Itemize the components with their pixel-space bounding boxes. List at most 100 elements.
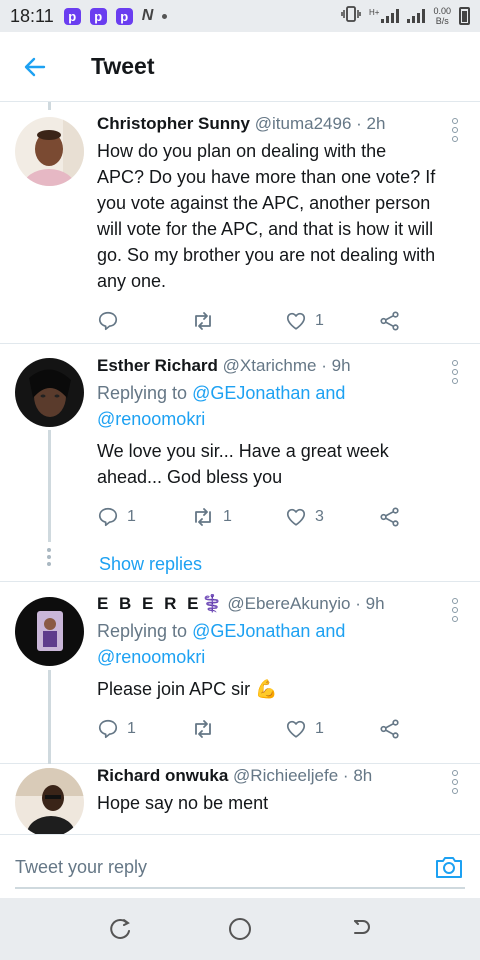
more-options-button[interactable] [450, 360, 460, 384]
like-count: 1 [315, 312, 324, 329]
p-app-icon: p [63, 7, 81, 25]
author-name[interactable]: Esther Richard [97, 356, 218, 375]
system-nav-bar [0, 898, 480, 960]
author-handle[interactable]: @ituma2496 [255, 114, 352, 133]
like-button[interactable]: 1 [285, 310, 379, 332]
more-options-button[interactable] [450, 770, 460, 794]
tweet-meta: E B E R E⚕️ @EbereAkunyio · 9h [97, 594, 436, 614]
tweet-text: Please join APC sir [97, 679, 251, 699]
tweet-time: 8h [353, 766, 373, 785]
meta-separator: · [321, 356, 327, 375]
tweet-meta: Richard onwuka @Richieeljefe · 8h [97, 766, 436, 786]
signal-icon [407, 9, 426, 23]
reply-icon [98, 719, 118, 739]
retweet-icon [195, 508, 211, 526]
share-button[interactable] [379, 506, 401, 528]
retweet-button[interactable]: 1 [191, 506, 285, 528]
show-replies-link[interactable]: Show replies [99, 554, 480, 575]
flexed-biceps-emoji: 💪 [255, 679, 278, 699]
author-name[interactable]: E B E R E [97, 594, 201, 613]
tweet-time: 9h [331, 356, 351, 375]
p-app-icon: p [115, 7, 133, 25]
net-speed: 0.00 B/s [433, 6, 451, 26]
battery-icon [459, 7, 470, 25]
retweet-icon [195, 312, 211, 330]
heart-icon [286, 720, 306, 738]
reply-icon [98, 507, 118, 527]
share-button[interactable] [379, 718, 401, 740]
retweet-icon [195, 720, 211, 738]
status-right-group: H+ 0.00 B/s [341, 5, 470, 27]
avatar[interactable] [15, 597, 84, 666]
net-speed-value: 0.00 [433, 6, 451, 16]
like-button[interactable]: 1 [285, 718, 379, 740]
tweet-text: Hope say no be ment [97, 793, 269, 813]
p-app-icon: p [89, 7, 107, 25]
signal-icon [381, 9, 400, 23]
meta-separator: · [355, 594, 361, 613]
tweet-actions: 1 1 [97, 714, 480, 744]
heart-icon [286, 312, 306, 330]
home-button[interactable] [225, 914, 255, 944]
share-icon [380, 311, 399, 331]
recent-apps-icon [110, 918, 130, 939]
tweet-item[interactable]: Richard onwuka @Richieeljefe · 8h Hope s… [0, 764, 480, 834]
like-button[interactable]: 3 [285, 506, 379, 528]
reply-icon [98, 311, 118, 331]
author-handle[interactable]: @Richieeljefe [233, 766, 338, 785]
replies-feed[interactable]: Christopher Sunny @ituma2496 · 2h How do… [0, 102, 480, 834]
share-button[interactable] [379, 310, 401, 332]
reply-button[interactable]: 1 [97, 718, 191, 740]
back-nav-button[interactable] [345, 914, 375, 944]
reply-count: 1 [127, 508, 136, 525]
retweet-count: 1 [223, 508, 232, 525]
tweet-text: How do you plan on dealing with the APC?… [97, 141, 436, 291]
recent-apps-button[interactable] [105, 914, 135, 944]
tweet-text: We love you sir... Have a great week ahe… [97, 441, 389, 487]
replying-to: Replying to @GEJonathan and @renoomokri [97, 380, 436, 432]
page-title: Tweet [91, 53, 155, 79]
replying-prefix: Replying to [97, 621, 193, 641]
author-handle[interactable]: @EbereAkunyio [227, 594, 350, 613]
thread-line [48, 102, 51, 110]
retweet-button[interactable] [191, 718, 285, 740]
heart-icon [286, 508, 306, 526]
camera-button[interactable] [434, 852, 464, 882]
reply-input[interactable] [15, 847, 465, 889]
share-icon [380, 719, 399, 739]
tweet-meta: Esther Richard @Xtarichme · 9h [97, 356, 436, 376]
reply-count: 1 [127, 720, 136, 737]
back-arrow-icon [24, 57, 46, 76]
reply-button[interactable] [97, 310, 191, 332]
tweet-item[interactable]: E B E R E⚕️ @EbereAkunyio · 9h Replying … [0, 582, 480, 764]
tweet-time: 2h [366, 114, 386, 133]
share-icon [380, 507, 399, 527]
reply-button[interactable]: 1 [97, 506, 191, 528]
avatar[interactable] [15, 358, 84, 427]
more-options-button[interactable] [450, 118, 460, 142]
tweet-item[interactable]: Esther Richard @Xtarichme · 9h Replying … [0, 344, 480, 582]
tweet-actions: 1 1 3 [97, 502, 480, 532]
more-options-button[interactable] [450, 598, 460, 622]
author-handle[interactable]: @Xtarichme [223, 356, 317, 375]
retweet-button[interactable] [191, 310, 285, 332]
net-speed-unit: B/s [435, 16, 449, 26]
back-button[interactable] [0, 32, 70, 102]
tweet-text-row: Please join APC sir 💪 [97, 676, 436, 702]
notification-icons: p p p N [63, 7, 168, 25]
thread-line [48, 670, 51, 764]
camera-icon [436, 857, 462, 878]
network-type-label: H+ [369, 7, 380, 17]
tweet-item[interactable]: Christopher Sunny @ituma2496 · 2h How do… [0, 102, 480, 344]
tweet-time: 9h [365, 594, 385, 613]
home-circle-icon [229, 918, 251, 940]
vibrate-icon [341, 5, 361, 27]
meta-separator: · [356, 114, 362, 133]
author-name[interactable]: Christopher Sunny [97, 114, 250, 133]
verified-emoji: ⚕️ [201, 594, 223, 613]
author-name[interactable]: Richard onwuka [97, 766, 228, 785]
reply-bar [0, 834, 480, 898]
app-header: Tweet [0, 32, 480, 102]
avatar[interactable] [15, 117, 84, 186]
avatar[interactable] [15, 768, 84, 834]
